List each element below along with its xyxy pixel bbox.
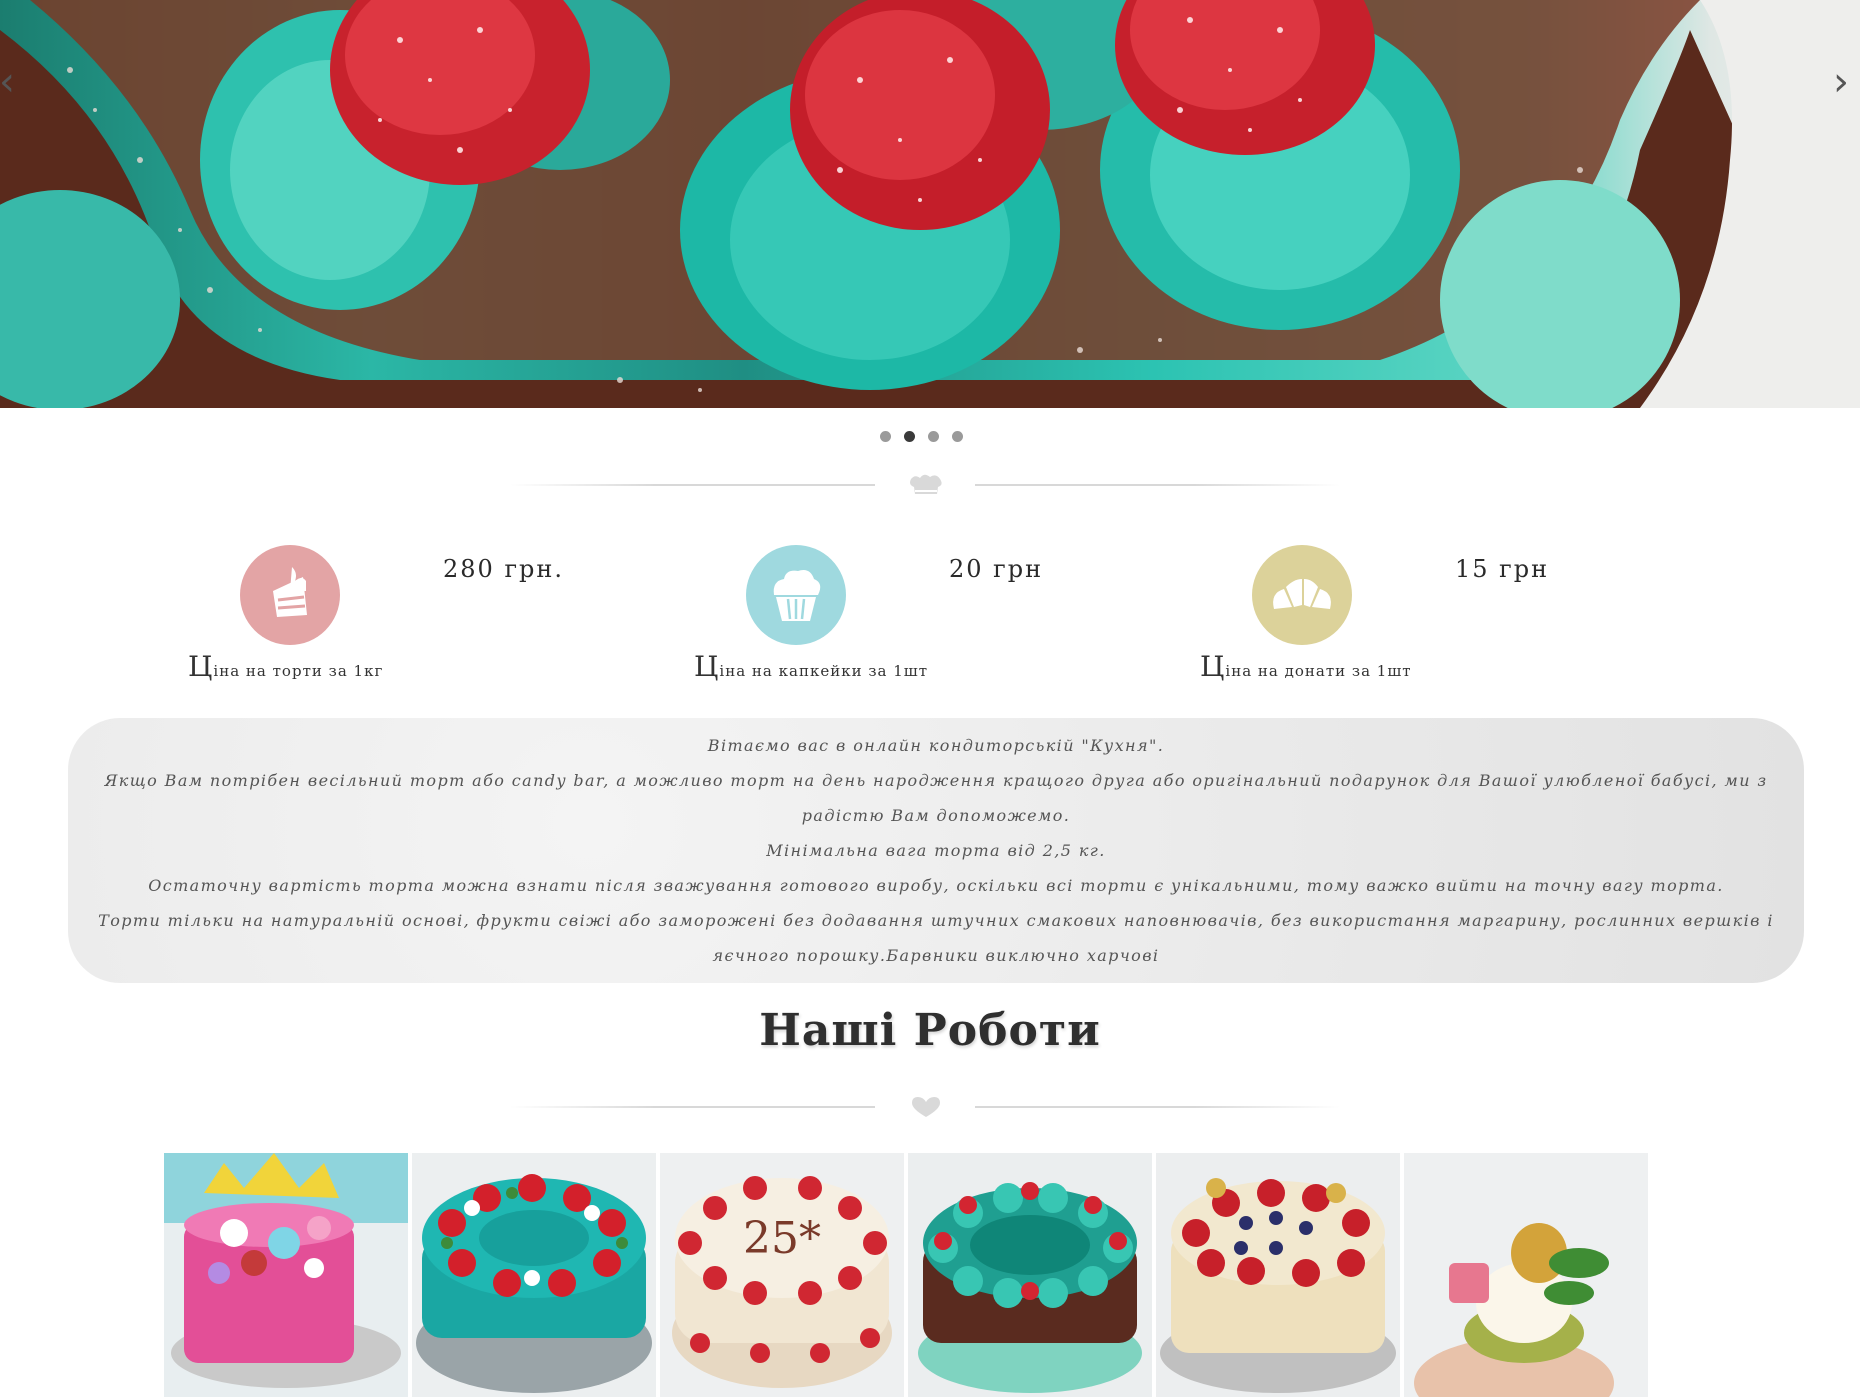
gallery-item-teal-cream-cake[interactable] [908,1153,1152,1397]
cake-slice-icon [273,567,307,617]
berry-crown-cake-image [1156,1153,1400,1397]
price-caption-cakes: Ціна на торти за 1кг [188,650,384,683]
price-block-donuts: 15 грн Ціна на донати за 1шт [1200,545,1580,685]
cupcake-icon [773,570,821,621]
slider-dots [880,431,963,442]
price-block-cakes: 280 грн. Ціна на торти за 1кг [188,545,568,685]
about-section: Вітаємо вас в онлайн кондиторській "Кухн… [68,718,1804,983]
price-caption-donuts: Ціна на донати за 1шт [1200,650,1412,683]
price-value-cupcakes: 20 грн [949,555,1044,583]
teal-cream-cake-image [908,1153,1152,1397]
slider-prev-arrow[interactable]: ‹ [0,62,22,102]
divider-line-left [510,484,875,486]
hero-image [0,0,1860,408]
gallery-item-crown-cake[interactable] [164,1153,408,1397]
gallery-item-cupcake-hand[interactable] [1404,1153,1648,1397]
works-title: Наші Роботи [759,1005,1101,1056]
slider-dot-2[interactable] [904,431,915,442]
price-value-donuts: 15 грн [1455,555,1550,583]
anniversary-25-cake-image: 25* [660,1153,904,1397]
crown-cake-image [164,1153,408,1397]
section-divider-works [510,1095,1340,1119]
svg-text:25*: 25* [743,1213,821,1264]
about-ingredients: Торти тільки на натуральній основі, фрук… [98,911,1774,965]
turquoise-strawberry-cake-image [412,1153,656,1397]
price-circle-donuts [1252,545,1352,645]
section-divider-top [510,473,1340,497]
divider-line-right [975,484,1340,486]
slider-next-arrow[interactable]: › [1826,62,1856,102]
about-final-price: Остаточну вартість торта можна взнати пі… [148,876,1724,895]
divider-line-right [975,1106,1340,1108]
croissant-icon [1273,579,1331,609]
chevron-right-icon[interactable]: › [1833,59,1849,105]
works-gallery: 25* [164,1153,1648,1397]
price-circle-cakes [240,545,340,645]
divider-line-left [510,1106,875,1108]
slider-dot-4[interactable] [952,431,963,442]
chef-hat-icon [910,474,942,494]
slider-dot-3[interactable] [928,431,939,442]
price-circle-cupcakes [746,545,846,645]
gallery-item-berry-crown-cake[interactable] [1156,1153,1400,1397]
about-services: Якщо Вам потрібен весільний торт або can… [104,771,1768,825]
gallery-item-turquoise-strawberry-cake[interactable] [412,1153,656,1397]
price-block-cupcakes: 20 грн Ціна на капкейки за 1шт [694,545,1074,685]
cupcake-hand-image [1404,1153,1648,1397]
hero-slider[interactable]: ‹ › [0,0,1860,408]
chevron-left-icon[interactable]: ‹ [0,59,15,105]
price-caption-cupcakes: Ціна на капкейки за 1шт [694,650,929,683]
gallery-item-anniversary-25-cake[interactable]: 25* [660,1153,904,1397]
price-value-cakes: 280 грн. [443,555,564,583]
about-greeting: Вітаємо вас в онлайн кондиторській "Кухн… [707,736,1165,755]
about-min-weight: Мінімальна вага торта від 2,5 кг. [766,841,1106,860]
heart-icon [912,1097,940,1117]
slider-dot-1[interactable] [880,431,891,442]
